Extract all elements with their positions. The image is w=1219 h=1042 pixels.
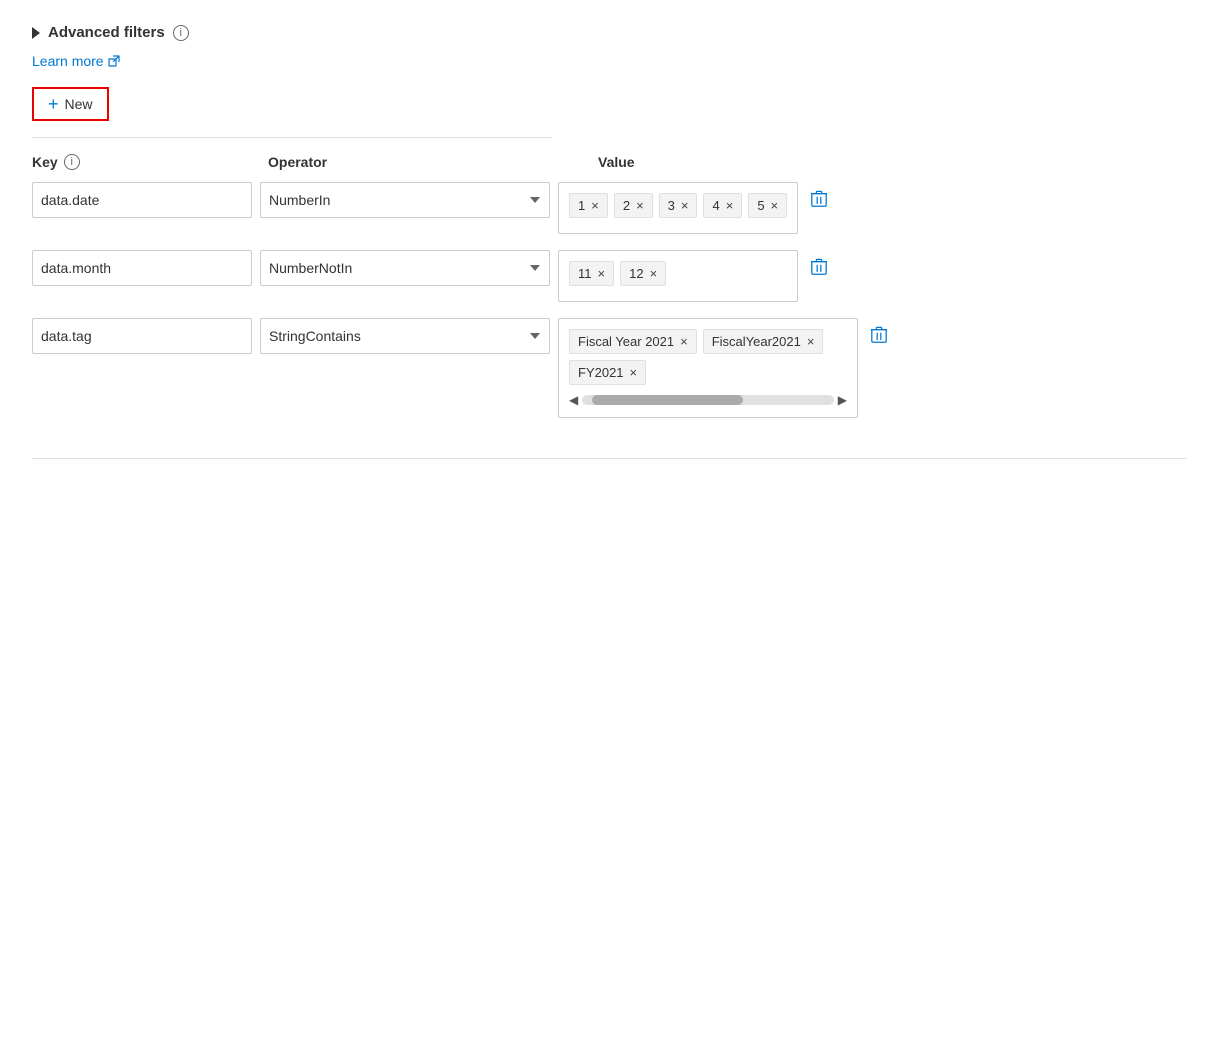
- value-tag-0-3: 4×: [703, 193, 742, 218]
- tag-remove-1-1[interactable]: ×: [650, 267, 658, 280]
- operator-dropdown-2[interactable]: NumberInNumberNotInStringContainsStringB…: [260, 318, 550, 354]
- scrollbar-2: ◀▶: [569, 393, 847, 407]
- value-tags-2: Fiscal Year 2021 × FiscalYear2021 × FY2021 ×: [569, 329, 847, 385]
- section-header: Advanced filters i: [32, 24, 1187, 41]
- tag-label-1-1: 12: [629, 266, 643, 281]
- tag-label-1-0: 11: [578, 266, 592, 281]
- filter-row-1: NumberInNumberNotInStringContainsStringB…: [32, 250, 1187, 302]
- operator-select-2[interactable]: NumberInNumberNotInStringContainsStringB…: [260, 318, 550, 354]
- key-info-icon[interactable]: i: [64, 154, 80, 170]
- tag-remove-2-1[interactable]: ×: [807, 335, 815, 348]
- header-divider: [32, 137, 552, 138]
- operator-select-1[interactable]: NumberInNumberNotInStringContainsStringB…: [260, 250, 550, 286]
- tag-remove-0-4[interactable]: ×: [771, 199, 779, 212]
- operator-dropdown-1[interactable]: NumberInNumberNotInStringContainsStringB…: [260, 250, 550, 286]
- tag-remove-2-0[interactable]: ×: [680, 335, 688, 348]
- tag-label-2-1: FiscalYear2021: [712, 334, 801, 349]
- column-headers: Key i Operator Value: [32, 154, 1187, 170]
- value-tag-0-1: 2×: [614, 193, 653, 218]
- key-input-2[interactable]: [32, 318, 252, 354]
- tag-label-0-3: 4: [712, 198, 719, 213]
- value-box-0: 1×2×3×4×5×: [558, 182, 798, 234]
- value-box-2: Fiscal Year 2021 × FiscalYear2021 × FY2021 × ◀…: [558, 318, 858, 418]
- collapse-icon[interactable]: [32, 27, 40, 39]
- value-tag-0-2: 3×: [659, 193, 698, 218]
- value-tag-2-1: FiscalYear2021 ×: [703, 329, 824, 354]
- tag-label-0-2: 3: [668, 198, 675, 213]
- scrollbar-thumb[interactable]: [592, 395, 743, 405]
- tag-label-2-2: FY2021: [578, 365, 624, 380]
- value-tag-1-1: 12 ×: [620, 261, 666, 286]
- value-tags-0: 1×2×3×4×5×: [569, 193, 787, 218]
- tag-label-0-1: 2: [623, 198, 630, 213]
- col-header-key: Key i: [32, 154, 252, 170]
- new-button-label: New: [65, 96, 93, 112]
- learn-more-label: Learn more: [32, 53, 104, 69]
- delete-button-2[interactable]: [866, 322, 892, 348]
- bottom-divider: [32, 458, 1187, 459]
- filter-rows-container: NumberInNumberNotInStringContainsStringB…: [32, 182, 1187, 434]
- tag-label-0-0: 1: [578, 198, 585, 213]
- delete-button-1[interactable]: [806, 254, 832, 280]
- tag-remove-2-2[interactable]: ×: [630, 366, 638, 379]
- section-title: Advanced filters: [48, 24, 165, 41]
- plus-icon: +: [48, 95, 59, 113]
- trash-icon: [870, 326, 888, 344]
- tag-remove-0-1[interactable]: ×: [636, 199, 644, 212]
- tag-label-0-4: 5: [757, 198, 764, 213]
- key-input-1[interactable]: [32, 250, 252, 286]
- new-button-highlight: + New: [32, 87, 109, 121]
- operator-select-0[interactable]: NumberInNumberNotInStringContainsStringB…: [260, 182, 550, 218]
- value-tag-2-2: FY2021 ×: [569, 360, 646, 385]
- filter-row-0: NumberInNumberNotInStringContainsStringB…: [32, 182, 1187, 234]
- operator-dropdown-0[interactable]: NumberInNumberNotInStringContainsStringB…: [260, 182, 550, 218]
- filter-row-2: NumberInNumberNotInStringContainsStringB…: [32, 318, 1187, 418]
- scroll-right-arrow[interactable]: ▶: [838, 393, 847, 407]
- scrollbar-track[interactable]: [582, 395, 834, 405]
- col-header-value: Value: [598, 154, 635, 170]
- new-button[interactable]: + New: [34, 89, 107, 119]
- trash-icon: [810, 258, 828, 276]
- trash-icon: [810, 190, 828, 208]
- learn-more-link[interactable]: Learn more: [32, 53, 120, 69]
- tag-remove-0-2[interactable]: ×: [681, 199, 689, 212]
- value-tag-0-4: 5×: [748, 193, 787, 218]
- value-tag-0-0: 1×: [569, 193, 608, 218]
- scroll-left-arrow[interactable]: ◀: [569, 393, 578, 407]
- value-tag-2-0: Fiscal Year 2021 ×: [569, 329, 697, 354]
- info-icon[interactable]: i: [173, 25, 189, 41]
- tag-remove-1-0[interactable]: ×: [598, 267, 606, 280]
- value-tags-1: 11 × 12 ×: [569, 261, 787, 286]
- tag-remove-0-0[interactable]: ×: [591, 199, 599, 212]
- external-link-icon: [108, 55, 120, 67]
- tag-label-2-0: Fiscal Year 2021: [578, 334, 674, 349]
- value-tag-1-0: 11 ×: [569, 261, 614, 286]
- tag-remove-0-3[interactable]: ×: [726, 199, 734, 212]
- col-header-operator: Operator: [268, 154, 558, 170]
- delete-button-0[interactable]: [806, 186, 832, 212]
- key-input-0[interactable]: [32, 182, 252, 218]
- value-box-1: 11 × 12 ×: [558, 250, 798, 302]
